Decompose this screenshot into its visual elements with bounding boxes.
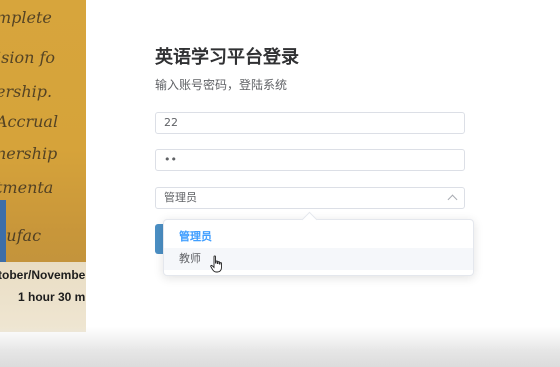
paper-line: tober/November	[0, 268, 86, 282]
background-photo: mplete ision fo ership. Accrual nership …	[0, 0, 86, 332]
handwriting-line: nership	[0, 144, 58, 163]
hand-pointer-icon	[210, 255, 222, 273]
bottom-fade	[0, 327, 560, 367]
page-title: 英语学习平台登录	[155, 47, 299, 67]
role-option-admin[interactable]: 管理员	[164, 226, 473, 248]
role-select-value: 管理员	[164, 191, 197, 204]
chevron-up-icon	[447, 194, 458, 205]
paper-line: 1 hour 30 m	[18, 290, 86, 304]
username-input[interactable]: 22	[155, 112, 465, 134]
photo-paper: tober/November 1 hour 30 m	[0, 262, 86, 332]
login-form: 英语学习平台登录 输入账号密码，登陆系统 22 •• 管理员	[155, 44, 465, 254]
photo-accent-bar	[0, 200, 6, 270]
page-subtitle: 输入账号密码，登陆系统	[155, 78, 288, 92]
dropdown-arrow	[301, 211, 318, 228]
handwriting-line: ision fo	[0, 48, 56, 67]
password-input[interactable]: ••	[155, 149, 465, 171]
handwriting-line: mplete	[0, 8, 52, 27]
handwriting-line: ership.	[0, 82, 53, 101]
handwriting-line: nufac	[0, 226, 42, 245]
handwriting-line: Accrual	[0, 112, 59, 131]
role-select[interactable]: 管理员	[155, 187, 465, 209]
handwriting-line: tmenta	[0, 178, 54, 197]
